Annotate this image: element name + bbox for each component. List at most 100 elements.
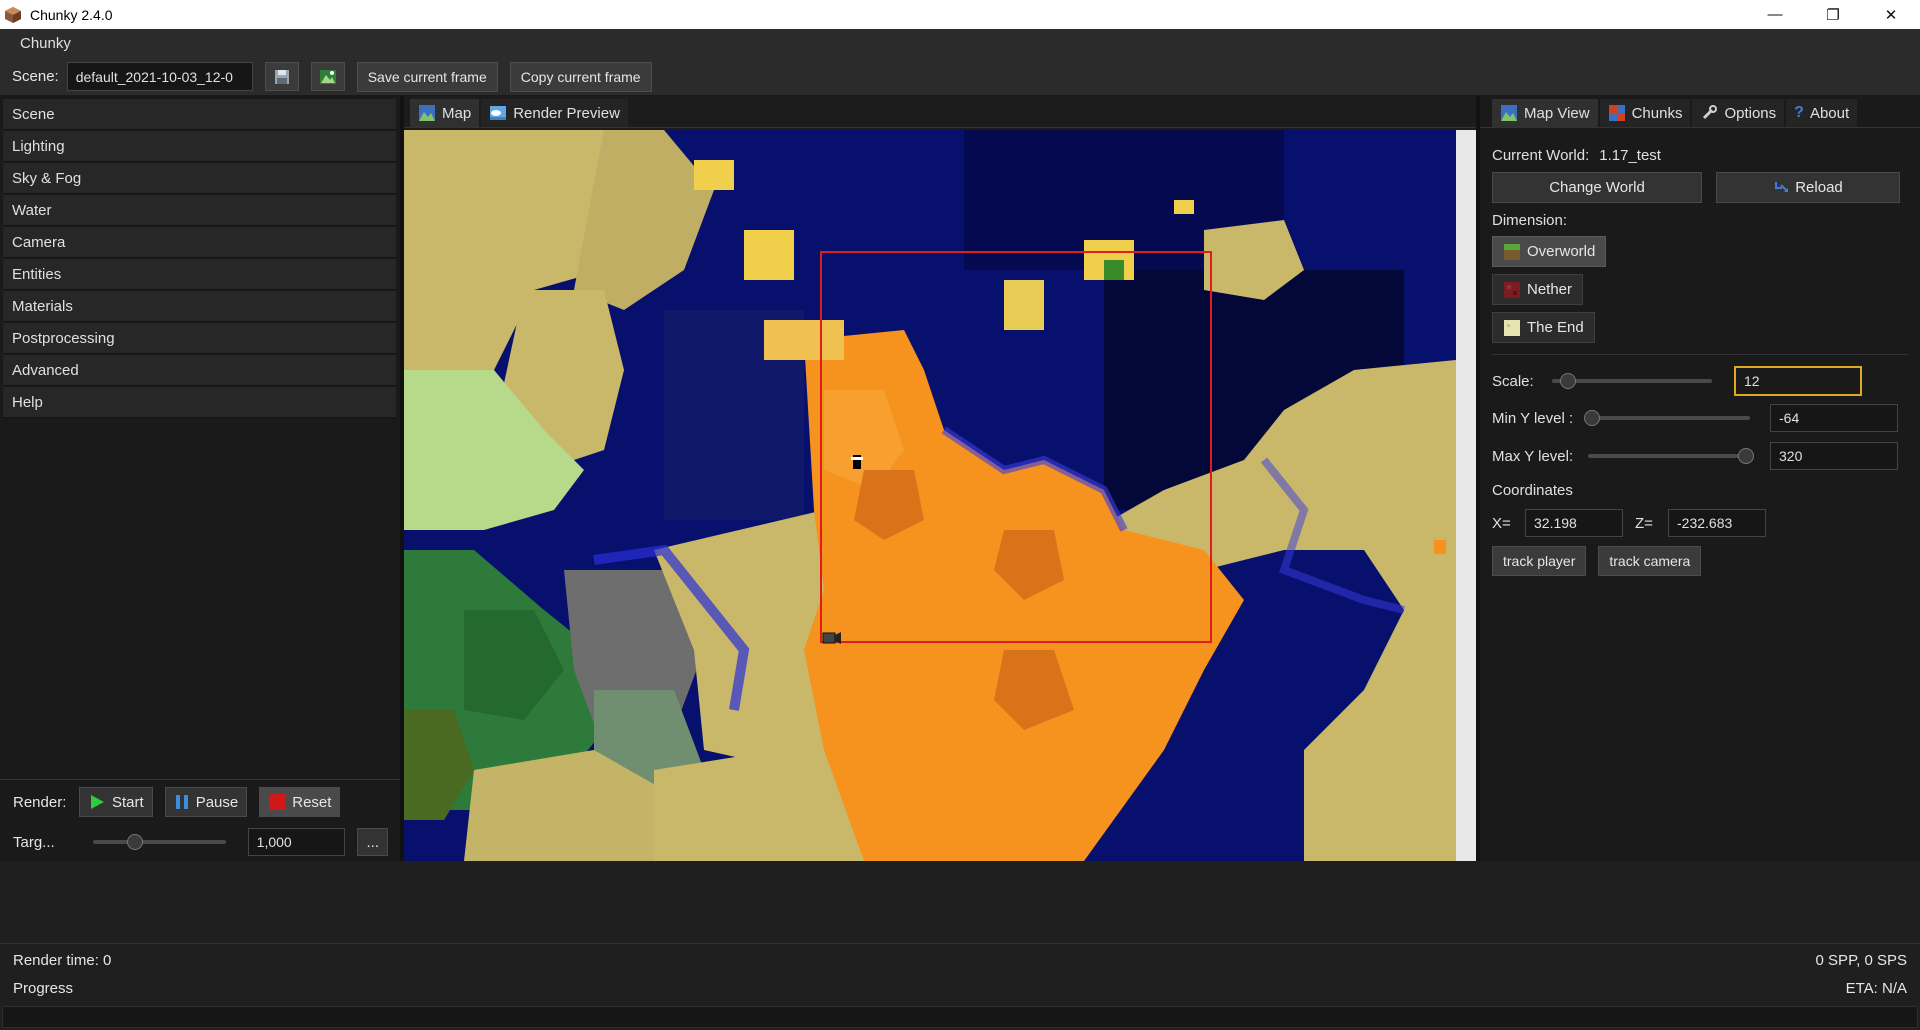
x-coordinate-input[interactable]: 32.198 [1525,509,1623,537]
reset-render-button[interactable]: Reset [259,787,341,817]
max-y-value: 320 [1779,448,1803,464]
stop-icon [269,794,286,810]
max-y-input[interactable]: 320 [1770,442,1898,470]
tab-chunks-label: Chunks [1631,104,1683,122]
reload-label: Reload [1795,178,1843,196]
scene-name-input[interactable]: default_2021-10-03_12-0 [66,62,253,91]
tab-options[interactable]: Options [1692,99,1785,127]
min-y-slider[interactable] [1584,410,1750,426]
target-spp-input[interactable]: 1,000 [247,828,346,856]
sidebar-item-postprocessing[interactable]: Postprocessing [3,323,396,354]
pause-icon [175,795,188,809]
target-spp-slider-knob[interactable] [127,834,144,850]
min-y-slider-knob[interactable] [1584,410,1600,426]
map-vertical-scrollbar[interactable] [1456,130,1476,861]
target-spp-label: Targ... [13,833,55,851]
sidebar-item-sky-fog[interactable]: Sky & Fog [3,163,396,194]
scale-slider[interactable] [1552,373,1712,389]
spp-text: 0 SPP, 0 SPS [1815,951,1907,969]
min-y-value: -64 [1779,410,1800,426]
close-button[interactable]: ✕ [1862,0,1920,29]
eta-text: ETA: N/A [1845,979,1907,997]
z-coordinate-input[interactable]: -232.683 [1668,509,1766,537]
tab-render-preview[interactable]: Render Preview [481,99,628,127]
z-coordinate-value: -232.683 [1677,515,1733,531]
max-y-label: Max Y level: [1492,447,1574,465]
wrench-icon [1703,105,1718,120]
end-stone-icon [1504,319,1520,336]
reload-button[interactable]: Reload [1716,171,1900,203]
render-label: Render: [13,793,67,811]
save-current-frame-button[interactable]: Save current frame [356,61,498,92]
right-tabs: Map View Chunks Options ? About [1480,96,1920,128]
sidebar-item-advanced[interactable]: Advanced [3,355,396,386]
sidebar-item-materials[interactable]: Materials [3,291,396,322]
sidebar-item-scene[interactable]: Scene [3,99,396,130]
overworld-label: Overworld [1527,243,1596,260]
world-map-canvas[interactable] [404,130,1456,861]
sidebar-item-entities[interactable]: Entities [3,259,396,290]
render-preview-icon [490,106,507,120]
scale-slider-knob[interactable] [1560,373,1576,389]
track-camera-button[interactable]: track camera [1598,546,1702,576]
save-scene-button[interactable] [264,62,299,91]
minimize-button[interactable]: — [1746,0,1804,29]
scale-input[interactable]: 12 [1734,366,1862,396]
dimension-label: Dimension: [1492,211,1568,229]
map-panel: Map Render Preview [404,96,1476,861]
progress-label: Progress [13,979,74,997]
grass-block-icon [1504,243,1520,260]
scale-value: 12 [1744,373,1760,389]
dimension-end-button[interactable]: The End [1492,312,1595,343]
the-end-label: The End [1527,319,1584,336]
tab-map[interactable]: Map [410,99,480,127]
pause-label: Pause [195,793,239,811]
camera-marker-icon[interactable] [822,632,841,644]
max-y-slider[interactable] [1588,448,1754,464]
target-spp-value: 1,000 [256,834,292,850]
tab-about[interactable]: ? About [1786,99,1858,127]
scene-toolbar: Scene: default_2021-10-03_12-0 Save curr… [0,58,1920,96]
track-player-button[interactable]: track player [1492,546,1587,576]
dimension-nether-button[interactable]: Nether [1492,274,1584,305]
pause-render-button[interactable]: Pause [164,787,248,817]
min-y-label: Min Y level : [1492,409,1574,427]
tab-options-label: Options [1724,104,1777,122]
change-world-button[interactable]: Change World [1492,171,1702,203]
world-map-view[interactable] [404,130,1476,861]
target-spp-slider[interactable] [93,834,226,850]
tab-map-view[interactable]: Map View [1492,99,1598,127]
max-y-slider-knob[interactable] [1738,448,1754,464]
reset-label: Reset [292,793,332,811]
map-icon [419,105,435,121]
current-world-label: Current World: [1492,146,1590,164]
x-coordinate-label: X= [1492,514,1511,532]
dimension-overworld-button[interactable]: Overworld [1492,236,1607,267]
menu-bar: Chunky [0,29,1920,58]
copy-current-frame-button[interactable]: Copy current frame [509,61,652,92]
tab-render-preview-label: Render Preview [513,104,620,122]
sidebar-item-water[interactable]: Water [3,195,396,226]
chunky-app-icon [5,6,21,23]
sidebar-item-camera[interactable]: Camera [3,227,396,258]
load-scene-button[interactable] [310,62,345,91]
start-render-button[interactable]: Start [79,787,153,817]
status-bar: Render time: 0 0 SPP, 0 SPS Progress ETA… [0,943,1920,1030]
scene-label: Scene: [12,68,59,85]
maximize-button[interactable]: ❐ [1804,0,1862,29]
target-spp-more-button[interactable]: ... [357,828,388,856]
sidebar-item-help[interactable]: Help [3,387,396,418]
map-icon [1501,105,1517,121]
menu-chunky[interactable]: Chunky [0,35,91,52]
scene-name-value: default_2021-10-03_12-0 [75,68,233,85]
netherrack-icon [1504,281,1520,298]
play-icon [91,795,104,809]
question-mark-icon: ? [1794,104,1804,121]
tab-map-label: Map [442,104,472,122]
separator [1492,354,1908,355]
tab-chunks[interactable]: Chunks [1599,99,1691,127]
map-landscape-icon [319,69,336,84]
sidebar-item-lighting[interactable]: Lighting [3,131,396,162]
min-y-input[interactable]: -64 [1770,404,1898,432]
render-controls: Render: Start Pause Reset Targ... 1,000 … [0,779,400,861]
